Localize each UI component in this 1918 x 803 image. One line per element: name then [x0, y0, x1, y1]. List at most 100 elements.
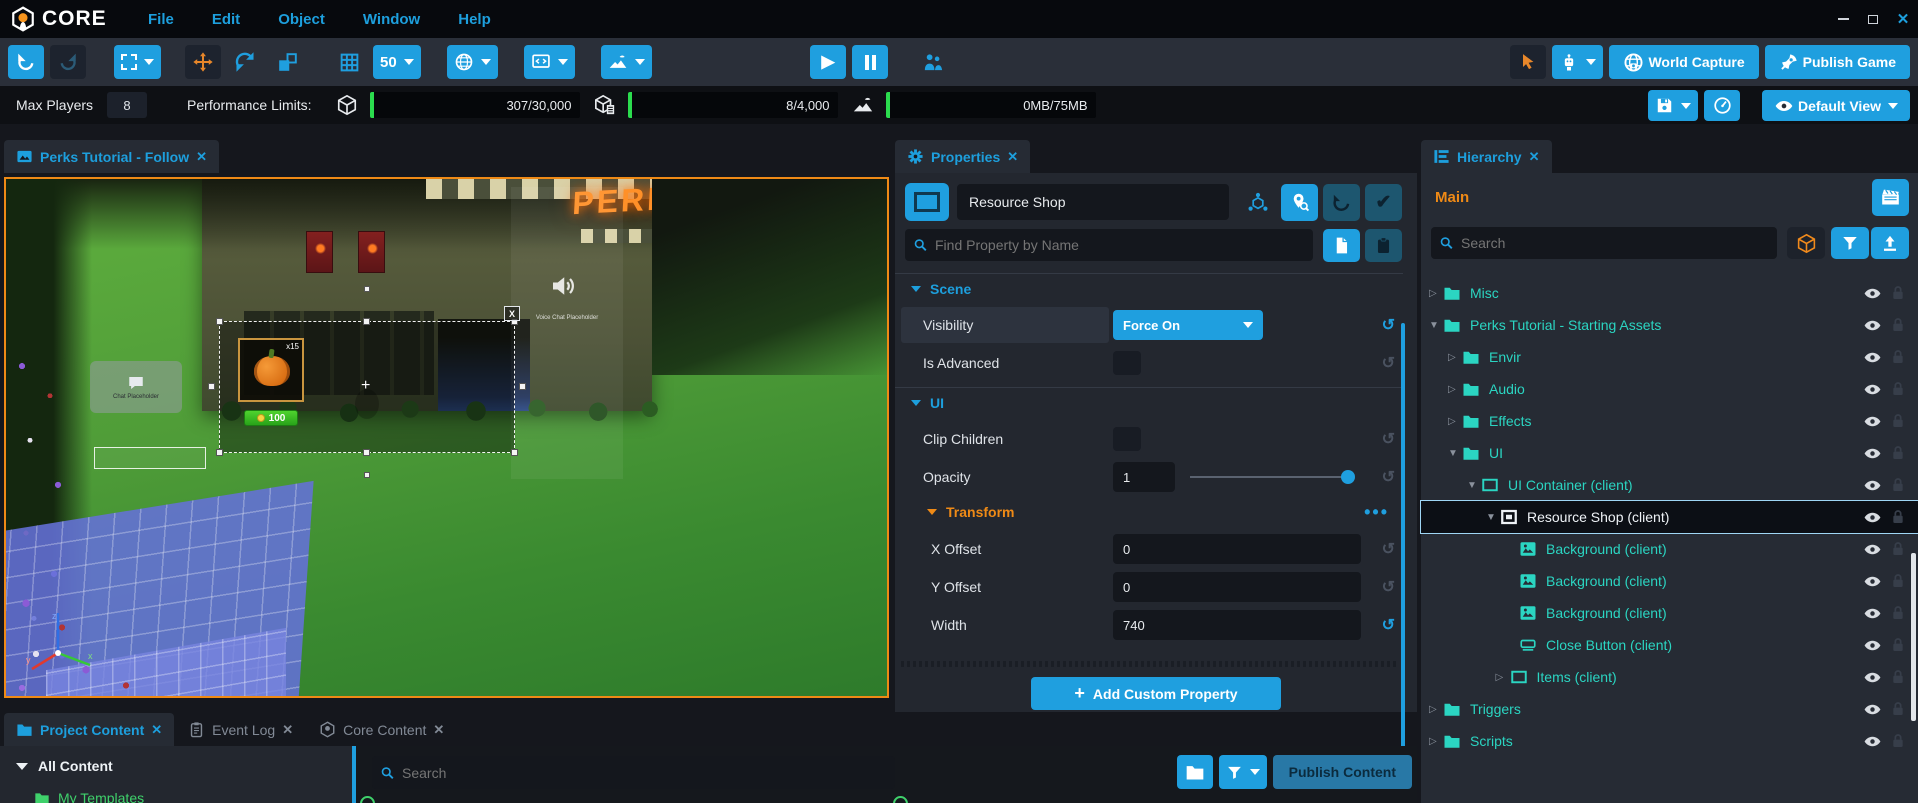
multiplayer-preview-button[interactable]: [914, 45, 951, 79]
my-templates-node[interactable]: My Templates: [34, 790, 144, 803]
undo-button[interactable]: [8, 45, 44, 79]
content-search-input[interactable]: [372, 756, 895, 789]
open-folder-button[interactable]: [1177, 755, 1213, 789]
lock-icon[interactable]: [1890, 701, 1906, 717]
rotate-tool-button[interactable]: [227, 45, 263, 79]
resize-handle[interactable]: [363, 449, 370, 456]
find-in-scene-button[interactable]: [1281, 184, 1318, 221]
lock-icon[interactable]: [1890, 285, 1906, 301]
content-filter-dropdown[interactable]: [1219, 755, 1267, 789]
menu-edit[interactable]: Edit: [212, 11, 240, 28]
resize-handle[interactable]: [216, 318, 223, 325]
hierarchy-search-input[interactable]: [1431, 227, 1777, 259]
hierarchy-item-scripts[interactable]: ▷Scripts: [1421, 725, 1918, 757]
transform-section-header[interactable]: Transform •••: [895, 497, 1403, 527]
add-custom-property-button[interactable]: + Add Custom Property: [1031, 677, 1281, 710]
paste-properties-button[interactable]: [1365, 229, 1402, 262]
caret-open-icon[interactable]: ▼: [1467, 480, 1481, 491]
tab-viewport[interactable]: Perks Tutorial - Follow ✕: [4, 140, 219, 173]
menu-file[interactable]: File: [148, 11, 174, 28]
terrain-dropdown[interactable]: [601, 45, 652, 79]
hierarchy-item-background-client-[interactable]: Background (client): [1421, 565, 1918, 597]
visibility-eye-icon[interactable]: [1863, 412, 1882, 431]
y-offset-field[interactable]: 0: [1113, 572, 1361, 602]
visibility-eye-icon[interactable]: [1863, 444, 1882, 463]
object-name-field[interactable]: [957, 184, 1229, 220]
hierarchy-item-background-client-[interactable]: Background (client): [1421, 597, 1918, 629]
property-search-input[interactable]: [905, 229, 1313, 261]
grid-size-dropdown[interactable]: 50: [373, 45, 421, 79]
world-space-dropdown[interactable]: [447, 45, 498, 79]
redo-button[interactable]: [50, 45, 86, 79]
max-players-value[interactable]: 8: [107, 92, 147, 118]
menu-help[interactable]: Help: [458, 11, 491, 28]
visibility-dropdown[interactable]: Force On: [1113, 310, 1263, 340]
publish-content-button[interactable]: Publish Content: [1273, 755, 1412, 789]
lock-icon[interactable]: [1890, 669, 1906, 685]
hierarchy-scrollbar[interactable]: [1911, 553, 1916, 721]
filter-button[interactable]: [1831, 227, 1869, 259]
lock-icon[interactable]: [1890, 445, 1906, 461]
resize-handle[interactable]: [363, 318, 370, 325]
visibility-eye-icon[interactable]: [1863, 572, 1882, 591]
visibility-eye-icon[interactable]: [1863, 636, 1882, 655]
publish-game-button[interactable]: Publish Game: [1765, 45, 1910, 79]
resize-handle[interactable]: [208, 383, 215, 390]
close-tab-icon[interactable]: ✕: [1529, 149, 1540, 165]
reset-icon[interactable]: ↺: [1382, 615, 1395, 635]
minimize-button[interactable]: [1836, 12, 1850, 26]
caret-closed-icon[interactable]: ▷: [1429, 704, 1443, 715]
hierarchy-item-background-client-[interactable]: Background (client): [1421, 533, 1918, 565]
tab-core-content[interactable]: Core Content✕: [307, 713, 456, 746]
close-tab-icon[interactable]: ✕: [282, 722, 293, 738]
snap-mode-dropdown[interactable]: [114, 45, 161, 79]
is-advanced-checkbox[interactable]: [1113, 351, 1141, 375]
tab-properties[interactable]: Properties ✕: [895, 140, 1030, 173]
close-tab-icon[interactable]: ✕: [151, 722, 162, 738]
lock-icon[interactable]: [1890, 605, 1906, 621]
visibility-eye-icon[interactable]: [1863, 540, 1882, 559]
visibility-eye-icon[interactable]: [1863, 508, 1882, 527]
reset-icon[interactable]: ↺: [1382, 353, 1395, 373]
visibility-eye-icon[interactable]: [1863, 700, 1882, 719]
visibility-eye-icon[interactable]: [1863, 348, 1882, 367]
caret-open-icon[interactable]: ▼: [1448, 448, 1462, 459]
grid-snap-button[interactable]: [331, 45, 367, 79]
x-offset-field[interactable]: 0: [1113, 534, 1361, 564]
hierarchy-item-misc[interactable]: ▷Misc: [1421, 277, 1918, 309]
width-field[interactable]: 740: [1113, 610, 1361, 640]
reset-icon[interactable]: ↺: [1382, 467, 1395, 487]
play-button[interactable]: ▶: [810, 45, 846, 79]
lock-icon[interactable]: [1890, 349, 1906, 365]
caret-open-icon[interactable]: ▼: [1429, 320, 1443, 331]
caret-open-icon[interactable]: ▼: [1486, 512, 1500, 523]
opacity-field[interactable]: 1: [1113, 462, 1175, 492]
caret-closed-icon[interactable]: ▷: [1429, 288, 1443, 299]
reset-icon[interactable]: ↺: [1382, 539, 1395, 559]
scene-root-label[interactable]: Main: [1435, 189, 1469, 206]
export-button[interactable]: [1871, 227, 1909, 259]
bot-dropdown[interactable]: [1552, 45, 1603, 79]
shop-close-button[interactable]: X: [504, 306, 520, 321]
screen-mode-dropdown[interactable]: [524, 45, 575, 79]
hierarchy-item-perks-tutorial-starting-assets[interactable]: ▼Perks Tutorial - Starting Assets: [1421, 309, 1918, 341]
properties-scrollbar[interactable]: [1401, 323, 1405, 748]
caret-closed-icon[interactable]: ▷: [1448, 384, 1462, 395]
tab-project-content[interactable]: Project Content✕: [4, 713, 174, 746]
visibility-eye-icon[interactable]: [1863, 476, 1882, 495]
visibility-eye-icon[interactable]: [1863, 380, 1882, 399]
save-dropdown[interactable]: [1648, 90, 1698, 121]
more-options-icon[interactable]: •••: [1364, 502, 1389, 523]
cinematic-button[interactable]: [1872, 179, 1909, 216]
scale-tool-button[interactable]: [269, 45, 305, 79]
tab-event-log[interactable]: Event Log✕: [176, 713, 305, 746]
close-button[interactable]: ✕: [1896, 12, 1910, 26]
scene-section-header[interactable]: Scene: [895, 273, 1403, 303]
lock-icon[interactable]: [1890, 317, 1906, 333]
close-tab-icon[interactable]: ✕: [433, 722, 444, 738]
visibility-eye-icon[interactable]: [1863, 668, 1882, 687]
caret-closed-icon[interactable]: ▷: [1496, 672, 1510, 683]
visibility-eye-icon[interactable]: [1863, 316, 1882, 335]
menu-object[interactable]: Object: [278, 11, 325, 28]
cursor-mode-button[interactable]: [1510, 45, 1546, 79]
